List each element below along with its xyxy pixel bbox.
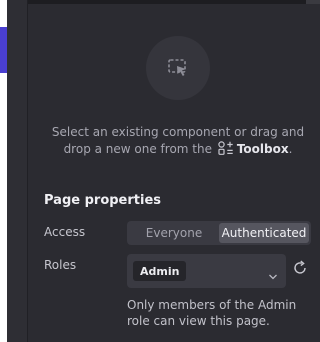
empty-state-suffix: . xyxy=(288,142,293,156)
roles-select[interactable]: Admin xyxy=(127,254,286,288)
access-option-everyone[interactable]: Everyone xyxy=(129,223,219,243)
canvas-selection-accent xyxy=(0,27,7,73)
empty-state-message: Select an existing component or drag and… xyxy=(44,124,312,160)
toolbox-link[interactable]: Toolbox xyxy=(237,142,289,156)
role-chip-admin[interactable]: Admin xyxy=(133,261,187,281)
chevron-down-icon[interactable] xyxy=(268,266,278,285)
refresh-icon[interactable] xyxy=(292,260,308,280)
access-option-authenticated[interactable]: Authenticated xyxy=(219,223,309,243)
access-segmented-control: Everyone Authenticated xyxy=(127,221,311,245)
section-title-page-properties: Page properties xyxy=(44,193,162,208)
toolbox-icon xyxy=(218,141,234,160)
properties-panel: Select an existing component or drag and… xyxy=(28,4,320,342)
roles-help-text: Only members of the Admin role can view … xyxy=(127,298,297,328)
canvas-gutter xyxy=(7,0,27,342)
cursor-select-icon xyxy=(146,36,210,100)
roles-label: Roles xyxy=(44,258,77,272)
access-label: Access xyxy=(44,225,86,239)
